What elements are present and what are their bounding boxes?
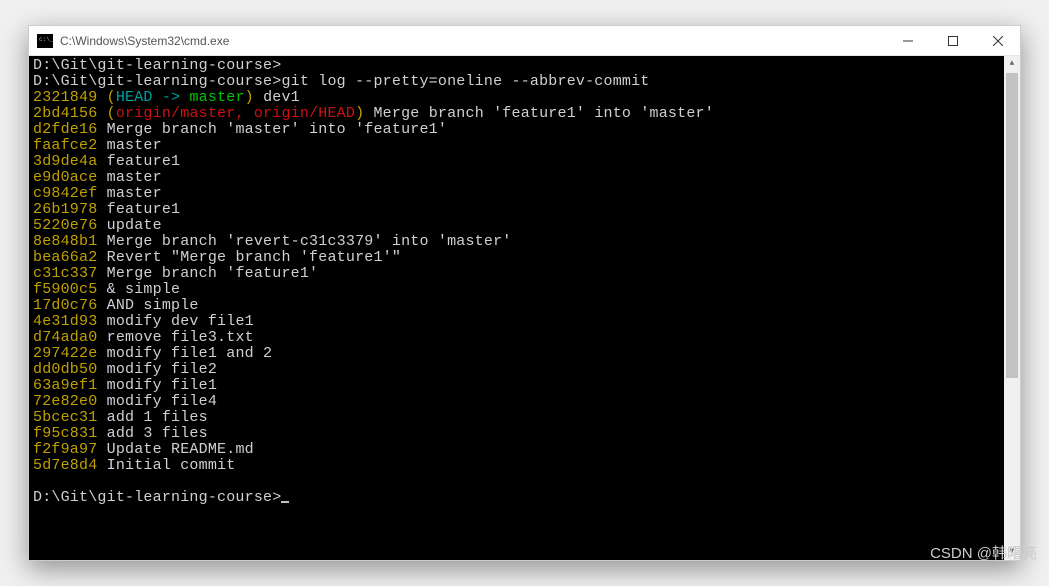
titlebar[interactable]: C:\Windows\System32\cmd.exe bbox=[29, 26, 1020, 56]
log-line: c9842ef master bbox=[33, 186, 1016, 202]
log-line: 5220e76 update bbox=[33, 218, 1016, 234]
log-line: c31c337 Merge branch 'feature1' bbox=[33, 266, 1016, 282]
log-line: 5bcec31 add 1 files bbox=[33, 410, 1016, 426]
log-line: dd0db50 modify file2 bbox=[33, 362, 1016, 378]
cmd-window: C:\Windows\System32\cmd.exe D:\Git\git-l… bbox=[28, 25, 1021, 561]
terminal-output[interactable]: D:\Git\git-learning-course>D:\Git\git-le… bbox=[29, 56, 1020, 560]
log-line: faafce2 master bbox=[33, 138, 1016, 154]
window-title: C:\Windows\System32\cmd.exe bbox=[60, 34, 885, 48]
log-line: 5d7e8d4 Initial commit bbox=[33, 458, 1016, 474]
cursor bbox=[281, 501, 289, 503]
log-line: d74ada0 remove file3.txt bbox=[33, 330, 1016, 346]
log-line: 3d9de4a feature1 bbox=[33, 154, 1016, 170]
log-line: f2f9a97 Update README.md bbox=[33, 442, 1016, 458]
log-line: d2fde16 Merge branch 'master' into 'feat… bbox=[33, 122, 1016, 138]
log-line: bea66a2 Revert "Merge branch 'feature1'" bbox=[33, 250, 1016, 266]
log-line: 26b1978 feature1 bbox=[33, 202, 1016, 218]
log-line: 72e82e0 modify file4 bbox=[33, 394, 1016, 410]
final-prompt: D:\Git\git-learning-course> bbox=[33, 490, 1016, 506]
log-line: f5900c5 & simple bbox=[33, 282, 1016, 298]
log-line: f95c831 add 3 files bbox=[33, 426, 1016, 442]
scroll-thumb[interactable] bbox=[1006, 73, 1018, 378]
log-line: 8e848b1 Merge branch 'revert-c31c3379' i… bbox=[33, 234, 1016, 250]
scroll-down-button[interactable]: ▼ bbox=[1004, 544, 1020, 560]
prompt-line: D:\Git\git-learning-course> bbox=[33, 58, 1016, 74]
maximize-button[interactable] bbox=[930, 26, 975, 55]
cmd-icon bbox=[37, 34, 53, 48]
command-line: D:\Git\git-learning-course>git log --pre… bbox=[33, 74, 1016, 90]
window-controls bbox=[885, 26, 1020, 55]
minimize-button[interactable] bbox=[885, 26, 930, 55]
log-line: 63a9ef1 modify file1 bbox=[33, 378, 1016, 394]
blank-line bbox=[33, 474, 1016, 490]
log-line: 4e31d93 modify dev file1 bbox=[33, 314, 1016, 330]
log-line: e9d0ace master bbox=[33, 170, 1016, 186]
log-origin-line: 2bd4156 (origin/master, origin/HEAD) Mer… bbox=[33, 106, 1016, 122]
log-head-line: 2321849 (HEAD -> master) dev1 bbox=[33, 90, 1016, 106]
log-line: 297422e modify file1 and 2 bbox=[33, 346, 1016, 362]
log-line: 17d0c76 AND simple bbox=[33, 298, 1016, 314]
close-button[interactable] bbox=[975, 26, 1020, 55]
scrollbar[interactable]: ▲ ▼ bbox=[1004, 56, 1020, 560]
scroll-up-button[interactable]: ▲ bbox=[1004, 56, 1020, 72]
